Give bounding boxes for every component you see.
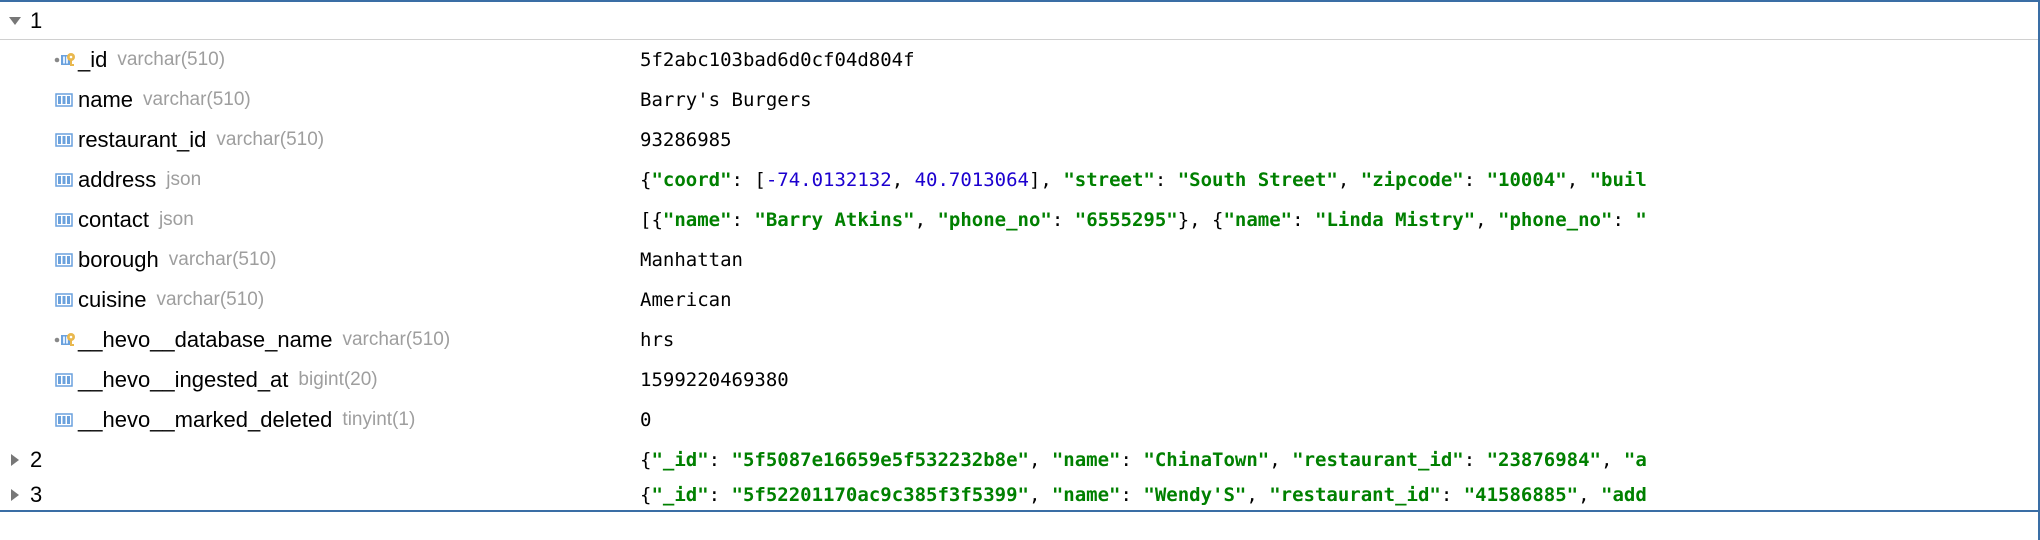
field-row[interactable]: __hevo__ingested_at bigint(20) 159922046…: [0, 360, 2038, 400]
field-name: __hevo__ingested_at: [78, 367, 288, 393]
column-icon: [50, 253, 78, 267]
field-type: varchar(510): [117, 49, 225, 71]
record-row-header[interactable]: 1: [0, 2, 2038, 40]
row-number: 2: [30, 447, 60, 473]
field-value[interactable]: Manhattan: [640, 249, 2038, 271]
field-type: json: [166, 169, 201, 191]
column-icon: [50, 293, 78, 307]
column-icon: [50, 213, 78, 227]
field-value[interactable]: [{"name": "Barry Atkins", "phone_no": "6…: [640, 209, 2038, 231]
field-name: restaurant_id: [78, 127, 206, 153]
field-row[interactable]: __hevo__database_name varchar(510) hrs: [0, 320, 2038, 360]
column-icon: [50, 93, 78, 107]
field-name: cuisine: [78, 287, 146, 313]
column-icon: [50, 413, 78, 427]
expand-toggle[interactable]: [0, 454, 30, 466]
field-value[interactable]: 1599220469380: [640, 369, 2038, 391]
field-value[interactable]: {"coord": [-74.0132132, 40.7013064], "st…: [640, 169, 2038, 191]
field-row[interactable]: restaurant_id varchar(510) 93286985: [0, 120, 2038, 160]
field-value[interactable]: 93286985: [640, 129, 2038, 151]
field-row[interactable]: name varchar(510) Barry's Burgers: [0, 80, 2038, 120]
field-row[interactable]: address json {"coord": [-74.0132132, 40.…: [0, 160, 2038, 200]
field-type: varchar(510): [169, 249, 277, 271]
record-viewer: 1 _id varc: [0, 2, 2038, 512]
field-value[interactable]: 5f2abc103bad6d0cf04d804f: [640, 49, 2038, 71]
primary-key-icon: [50, 332, 78, 348]
record-row-collapsed[interactable]: 3 {"_id": "5f52201170ac9c385f3f5399", "n…: [0, 480, 2038, 512]
field-name: __hevo__marked_deleted: [78, 407, 332, 433]
column-icon: [50, 133, 78, 147]
column-icon: [50, 373, 78, 387]
field-row[interactable]: borough varchar(510) Manhattan: [0, 240, 2038, 280]
chevron-down-icon: [9, 17, 21, 25]
chevron-right-icon: [11, 489, 19, 501]
field-name: name: [78, 87, 133, 113]
expanded-fields: _id varchar(510) 5f2abc103bad6d0cf04d804…: [0, 40, 2038, 440]
field-type: varchar(510): [143, 89, 251, 111]
column-icon: [50, 173, 78, 187]
primary-key-icon: [50, 52, 78, 68]
field-row[interactable]: _id varchar(510) 5f2abc103bad6d0cf04d804…: [0, 40, 2038, 80]
field-value[interactable]: Barry's Burgers: [640, 89, 2038, 111]
expand-toggle[interactable]: [0, 17, 30, 25]
row-summary-value[interactable]: {"_id": "5f52201170ac9c385f3f5399", "nam…: [640, 484, 2038, 506]
field-value[interactable]: hrs: [640, 329, 2038, 351]
field-type: varchar(510): [156, 289, 264, 311]
expand-toggle[interactable]: [0, 489, 30, 501]
record-row-collapsed[interactable]: 2 {"_id": "5f5087e16659e5f532232b8e", "n…: [0, 440, 2038, 480]
field-value[interactable]: 0: [640, 409, 2038, 431]
field-type: bigint(20): [298, 369, 377, 391]
field-type: tinyint(1): [342, 409, 415, 431]
row-summary-value[interactable]: {"_id": "5f5087e16659e5f532232b8e", "nam…: [640, 449, 2038, 471]
field-row[interactable]: __hevo__marked_deleted tinyint(1) 0: [0, 400, 2038, 440]
field-type: json: [159, 209, 194, 231]
field-name: borough: [78, 247, 159, 273]
field-name: contact: [78, 207, 149, 233]
row-number: 1: [30, 8, 60, 34]
row-number: 3: [30, 482, 60, 508]
field-name: _id: [78, 47, 107, 73]
field-type: varchar(510): [342, 329, 450, 351]
field-type: varchar(510): [216, 129, 324, 151]
field-row[interactable]: cuisine varchar(510) American: [0, 280, 2038, 320]
field-name: address: [78, 167, 156, 193]
field-row[interactable]: contact json [{"name": "Barry Atkins", "…: [0, 200, 2038, 240]
chevron-right-icon: [11, 454, 19, 466]
field-value[interactable]: American: [640, 289, 2038, 311]
field-name: __hevo__database_name: [78, 327, 332, 353]
